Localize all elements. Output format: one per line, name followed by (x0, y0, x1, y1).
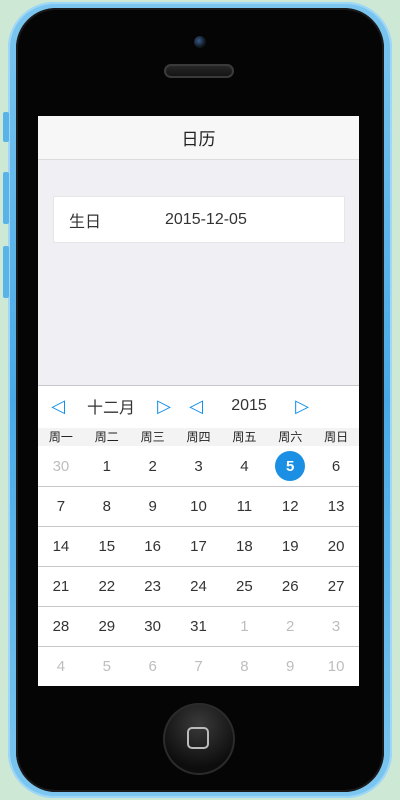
birthday-field[interactable]: 生日 2015-12-05 (53, 196, 345, 243)
calendar-picker: ◁ 十二月 ▷ ◁ 2015 ▷ 周一 周二 周三 周四 周五 周六 周日 30… (38, 385, 359, 686)
volume-down-button (3, 246, 9, 298)
prev-month-icon[interactable]: ◁ (46, 396, 70, 417)
calendar-day[interactable]: 25 (221, 566, 267, 606)
calendar-day[interactable]: 12 (267, 486, 313, 526)
home-square-icon (187, 727, 209, 749)
calendar-day[interactable]: 9 (130, 486, 176, 526)
calendar-day[interactable]: 10 (176, 486, 222, 526)
year-label: 2015 (231, 397, 267, 414)
page-title: 日历 (181, 130, 216, 149)
calendar-day[interactable]: 29 (84, 606, 130, 646)
weekday-label: 周四 (186, 430, 211, 444)
calendar-day[interactable]: 16 (130, 526, 176, 566)
calendar-day[interactable]: 4 (38, 646, 84, 686)
weekday-label: 周一 (48, 430, 73, 444)
calendar-week-row: 7 8 9 10 11 12 13 (38, 486, 359, 527)
calendar-day[interactable]: 15 (84, 526, 130, 566)
navbar: 日历 (38, 116, 359, 160)
calendar-day[interactable]: 1 (84, 446, 130, 486)
calendar-day[interactable]: 2 (130, 446, 176, 486)
weekday-header: 周一 周二 周三 周四 周五 周六 周日 (38, 428, 359, 446)
camera-icon (194, 36, 206, 48)
month-label: 十二月 (86, 400, 135, 417)
calendar-header: ◁ 十二月 ▷ ◁ 2015 ▷ (38, 386, 359, 426)
calendar-day[interactable]: 3 (313, 606, 359, 646)
calendar-day[interactable]: 7 (176, 646, 222, 686)
home-button[interactable] (163, 703, 235, 775)
calendar-week-row: 4 5 6 7 8 9 10 (38, 646, 359, 686)
calendar-day[interactable]: 27 (313, 566, 359, 606)
volume-up-button (3, 172, 9, 224)
calendar-day[interactable]: 20 (313, 526, 359, 566)
birthday-value: 2015-12-05 (165, 210, 247, 228)
calendar-day[interactable]: 5 (84, 646, 130, 686)
calendar-day[interactable]: 30 (130, 606, 176, 646)
calendar-day[interactable]: 18 (221, 526, 267, 566)
calendar-day[interactable]: 6 (313, 446, 359, 486)
calendar-day[interactable]: 2 (267, 606, 313, 646)
calendar-day[interactable]: 21 (38, 566, 84, 606)
calendar-day[interactable]: 13 (313, 486, 359, 526)
calendar-day[interactable]: 14 (38, 526, 84, 566)
calendar-week-row: 30 1 2 3 4 5 6 (38, 446, 359, 487)
calendar-day[interactable]: 24 (176, 566, 222, 606)
weekday-label: 周二 (94, 430, 119, 444)
weekday-label: 周五 (232, 430, 257, 444)
calendar-day[interactable]: 6 (130, 646, 176, 686)
prev-year-icon[interactable]: ◁ (184, 396, 208, 417)
next-month-icon[interactable]: ▷ (152, 396, 176, 417)
calendar-week-row: 28 29 30 31 1 2 3 (38, 606, 359, 647)
calendar-day[interactable]: 8 (84, 486, 130, 526)
calendar-day[interactable]: 9 (267, 646, 313, 686)
weekday-label: 周日 (324, 430, 349, 444)
calendar-day[interactable]: 22 (84, 566, 130, 606)
weekday-label: 周六 (278, 430, 303, 444)
calendar-day[interactable]: 30 (38, 446, 84, 486)
calendar-week-row: 21 22 23 24 25 26 27 (38, 566, 359, 607)
calendar-day[interactable]: 28 (38, 606, 84, 646)
next-year-icon[interactable]: ▷ (290, 396, 314, 417)
calendar-week-row: 14 15 16 17 18 19 20 (38, 526, 359, 567)
birthday-label: 生日 (69, 213, 102, 231)
calendar-day[interactable]: 19 (267, 526, 313, 566)
calendar-day[interactable]: 7 (38, 486, 84, 526)
weekday-label: 周三 (140, 430, 165, 444)
mute-switch (3, 112, 9, 142)
calendar-day[interactable]: 3 (176, 446, 222, 486)
selected-day-number: 5 (275, 451, 306, 481)
calendar-day-selected[interactable]: 5 (267, 446, 313, 486)
calendar-day[interactable]: 26 (267, 566, 313, 606)
calendar-day[interactable]: 23 (130, 566, 176, 606)
calendar-day[interactable]: 4 (221, 446, 267, 486)
app-screen: 日历 生日 2015-12-05 ◁ 十二月 ▷ ◁ 2015 ▷ 周一 周二 … (38, 116, 359, 686)
calendar-day[interactable]: 1 (221, 606, 267, 646)
speaker-grille (164, 64, 234, 78)
calendar-day[interactable]: 10 (313, 646, 359, 686)
calendar-day[interactable]: 8 (221, 646, 267, 686)
calendar-day[interactable]: 11 (221, 486, 267, 526)
calendar-day[interactable]: 31 (176, 606, 222, 646)
calendar-day[interactable]: 17 (176, 526, 222, 566)
